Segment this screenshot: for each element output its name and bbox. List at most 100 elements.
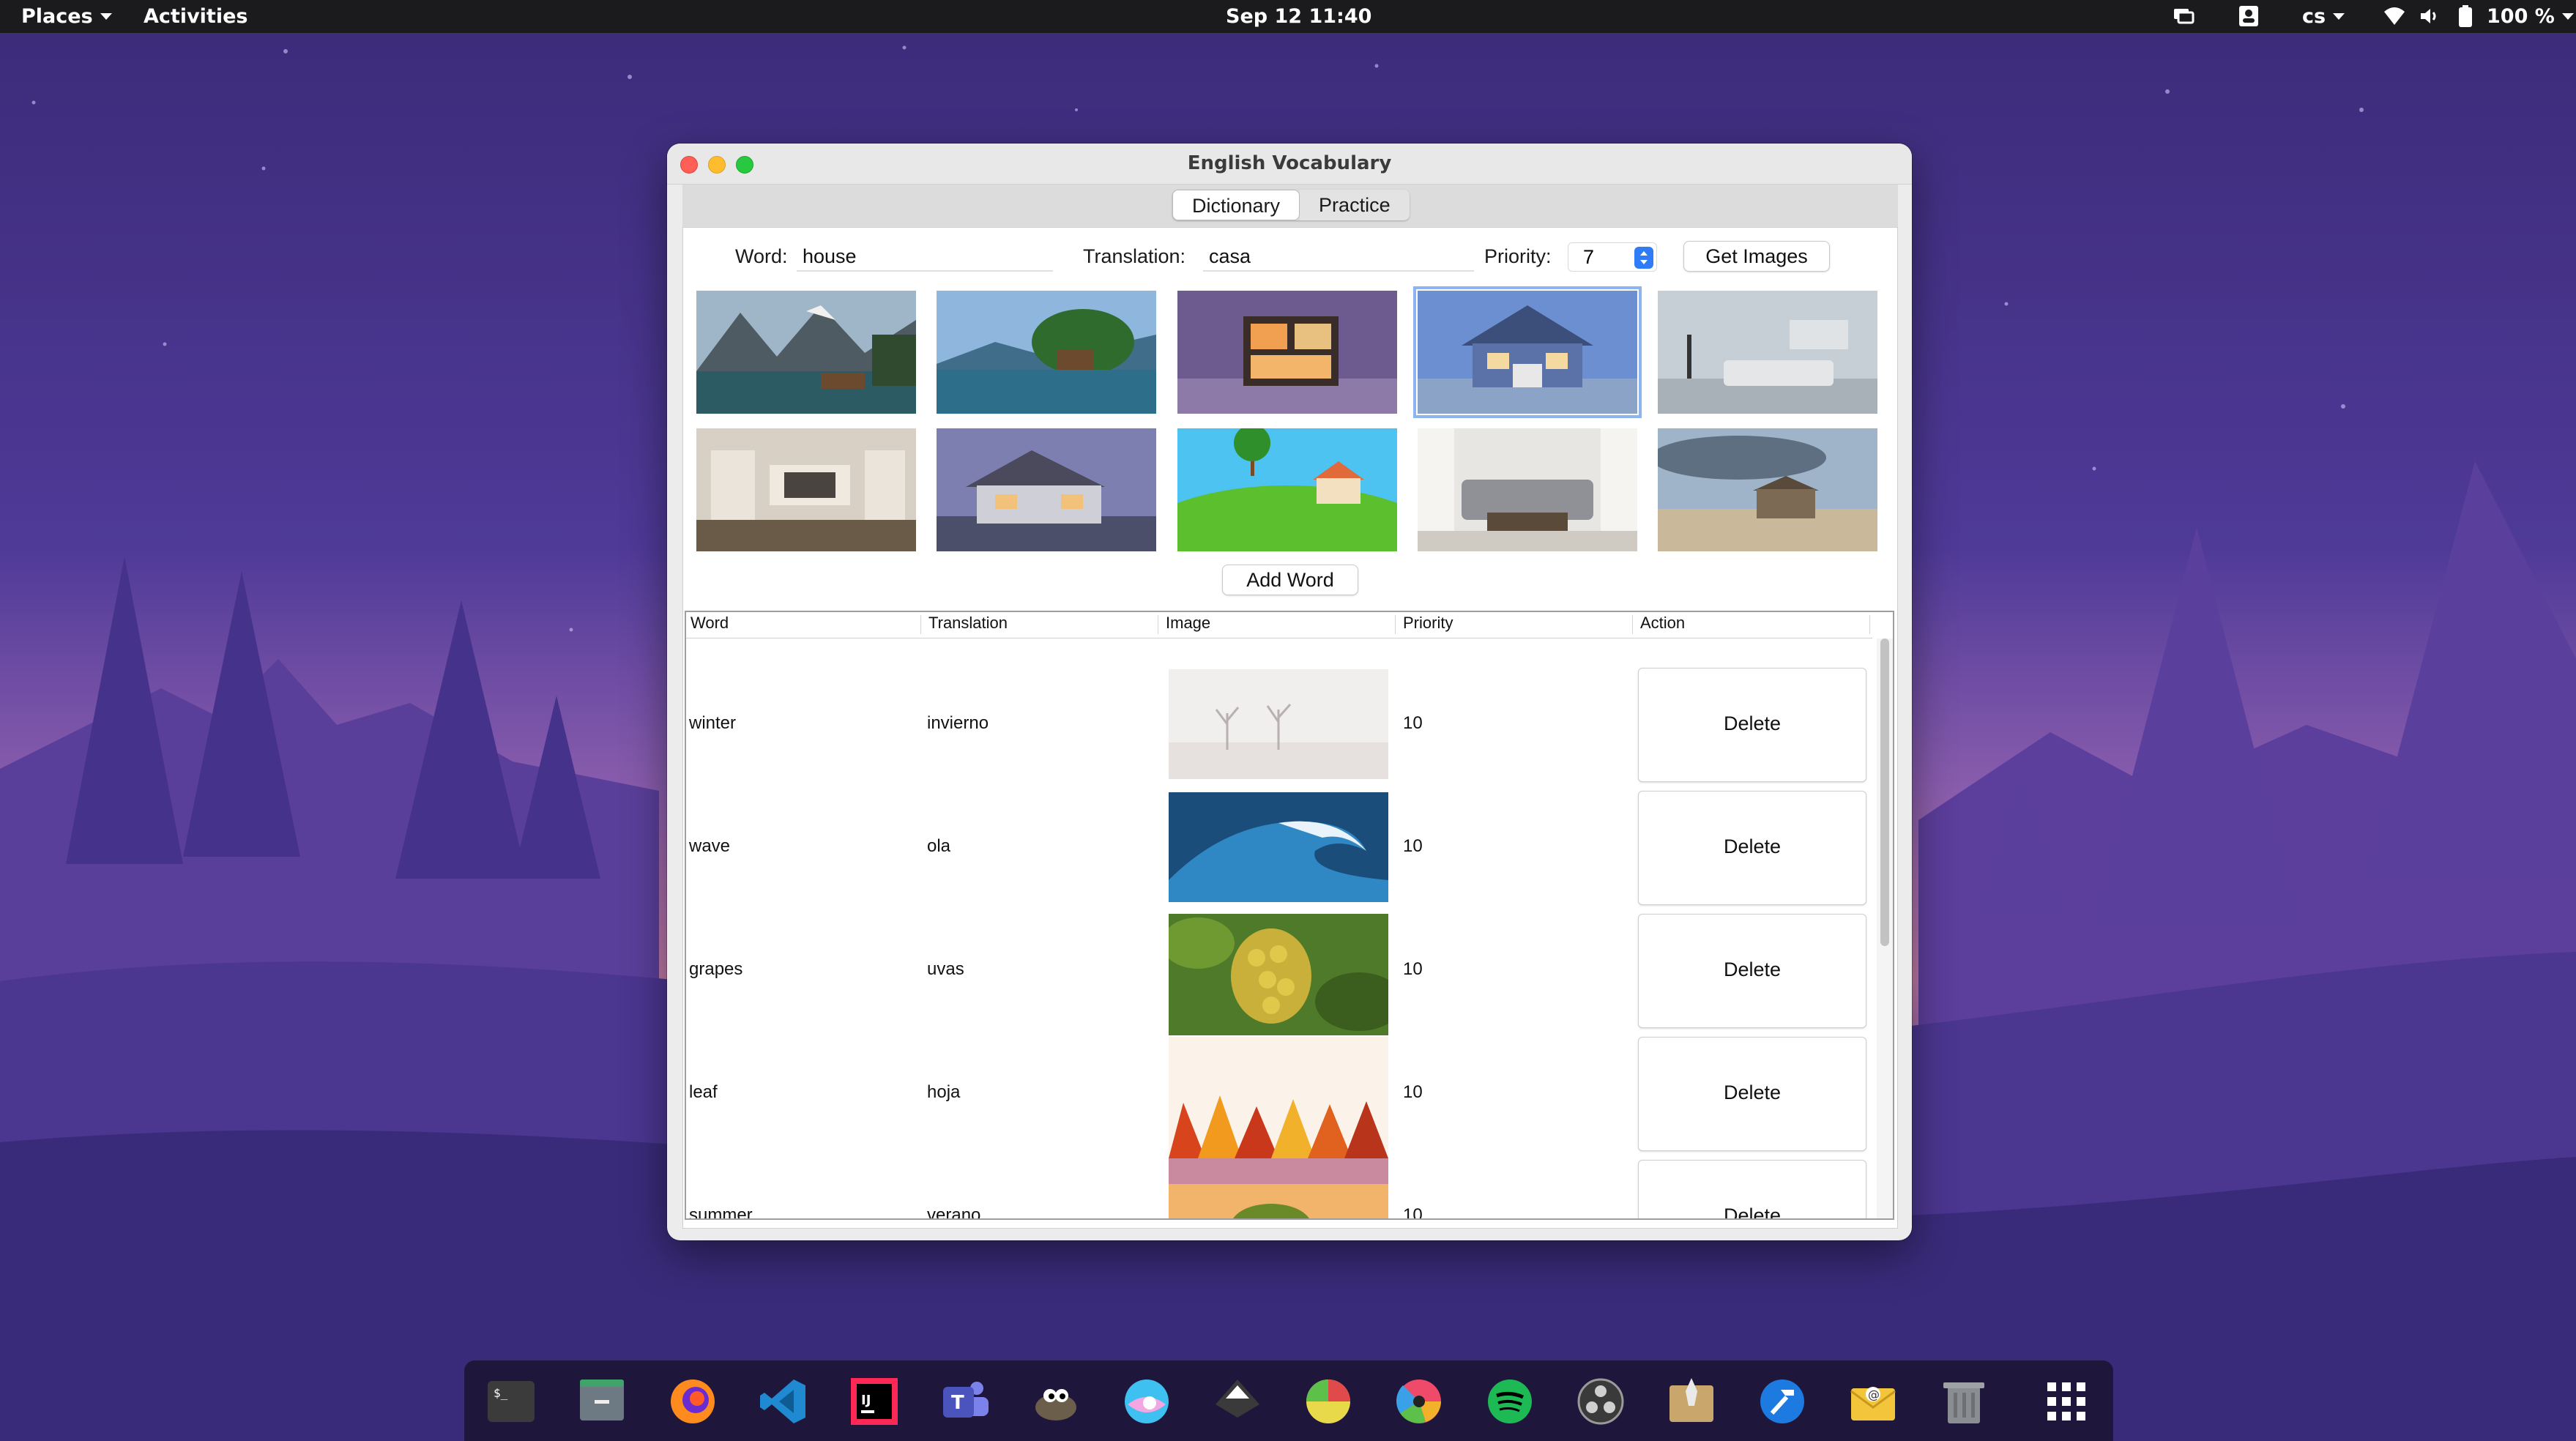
trash-icon[interactable]	[1937, 1375, 1990, 1428]
places-label: Places	[21, 4, 93, 28]
tab-group: Dictionary Practice	[1172, 190, 1410, 220]
column-header-translation[interactable]: Translation	[928, 614, 1008, 633]
tab-dictionary[interactable]: Dictionary	[1172, 190, 1300, 220]
translation-cell: ola	[927, 836, 951, 856]
input-language-menu[interactable]: cs	[2302, 4, 2345, 29]
user-contact-icon[interactable]	[2238, 4, 2260, 28]
obs-icon[interactable]	[1574, 1375, 1627, 1428]
column-separator[interactable]	[1632, 615, 1633, 634]
clock[interactable]: Sep 12 11:40	[1226, 4, 1371, 29]
chevron-down-icon	[2333, 12, 2345, 20]
input-language-label: cs	[2302, 4, 2326, 28]
activities-label: Activities	[144, 4, 248, 28]
battery-status[interactable]: 100 %	[2487, 4, 2574, 29]
priority-cell: 10	[1403, 1205, 1423, 1220]
table-row[interactable]: grapes uvas 10 Delete	[686, 886, 1872, 1035]
word-cell: wave	[689, 836, 731, 856]
column-separator[interactable]	[1869, 615, 1870, 634]
intellij-icon[interactable]: IJ	[848, 1375, 901, 1428]
lake-boathouse-image[interactable]	[937, 291, 1156, 414]
translation-cell: uvas	[927, 959, 964, 979]
window-titlebar[interactable]: English Vocabulary	[667, 144, 1912, 185]
window-title: English Vocabulary	[1187, 152, 1392, 174]
priority-stepper[interactable]: 7	[1568, 242, 1657, 272]
priority-label: Priority:	[1484, 245, 1552, 267]
word-cell: leaf	[689, 1082, 718, 1102]
column-header-word[interactable]: Word	[690, 614, 729, 633]
datetime-label: Sep 12 11:40	[1226, 4, 1372, 28]
translation-cell: hoja	[927, 1082, 961, 1102]
priority-cell: 10	[1403, 713, 1423, 733]
column-separator[interactable]	[920, 615, 921, 634]
app-grid-icon[interactable]	[2040, 1375, 2093, 1428]
word-cell: winter	[689, 713, 737, 733]
svg-text:$_: $_	[494, 1386, 508, 1400]
chevron-down-icon	[2561, 12, 2574, 20]
priority-cell: 10	[1403, 959, 1423, 979]
top-panel: Places Activities Sep 12 11:40 cs 100 %	[0, 0, 2576, 33]
xcode-hammer-icon[interactable]	[1756, 1375, 1809, 1428]
wifi-icon[interactable]	[2383, 4, 2406, 28]
word-cell: grapes	[689, 959, 743, 979]
inkscape-icon[interactable]	[1211, 1375, 1264, 1428]
firefox-icon[interactable]	[666, 1375, 719, 1428]
column-header-image[interactable]: Image	[1166, 614, 1210, 633]
activities-button[interactable]: Activities	[144, 4, 247, 29]
terminal-icon[interactable]: $_	[485, 1375, 537, 1428]
table-row[interactable]: summer verano 10 Delete	[686, 1132, 1872, 1220]
cartoon-house-hill-image[interactable]	[1177, 428, 1397, 551]
translation-input[interactable]: casa	[1203, 242, 1474, 272]
stepper-arrows-icon[interactable]	[1634, 247, 1653, 269]
priority-cell: 10	[1403, 836, 1423, 856]
screens-icon[interactable]	[2172, 4, 2195, 28]
priority-cell: 10	[1403, 1082, 1423, 1102]
color-picker-icon[interactable]	[1120, 1375, 1173, 1428]
table-row[interactable]: wave ola 10 Delete	[686, 763, 1872, 905]
summer-sunset-image	[1169, 1158, 1388, 1218]
pie-app-icon[interactable]	[1302, 1375, 1355, 1428]
translation-cell: invierno	[927, 713, 989, 733]
gimp-icon[interactable]	[1030, 1375, 1082, 1428]
teams-icon[interactable]: T	[939, 1375, 991, 1428]
svg-text:IJ: IJ	[861, 1393, 871, 1408]
priority-value: 7	[1583, 246, 1595, 268]
add-word-button[interactable]: Add Word	[1222, 565, 1358, 595]
translation-cell: verano	[927, 1205, 981, 1220]
table-row[interactable]: leaf hoja 10 Delete	[686, 1009, 1872, 1158]
vscode-icon[interactable]	[757, 1375, 810, 1428]
column-header-action[interactable]: Action	[1640, 614, 1685, 633]
translation-label: Translation:	[1083, 245, 1186, 267]
app-installer-icon[interactable]	[1665, 1375, 1718, 1428]
spotify-icon[interactable]	[1484, 1375, 1536, 1428]
grey-sofa-room-image[interactable]	[1418, 428, 1637, 551]
tab-practice[interactable]: Practice	[1300, 190, 1410, 220]
column-header-priority[interactable]: Priority	[1403, 614, 1453, 633]
scrollbar-thumb[interactable]	[1880, 638, 1889, 946]
blue-family-house-image[interactable]	[1413, 286, 1642, 418]
battery-icon[interactable]	[2457, 4, 2473, 28]
living-room-image[interactable]	[1658, 291, 1877, 414]
modern-house-night-image[interactable]	[1177, 291, 1397, 414]
word-label: Word:	[735, 245, 788, 267]
table-row[interactable]: winter invierno 10 Delete	[686, 640, 1872, 782]
get-images-button[interactable]: Get Images	[1683, 241, 1830, 272]
delete-button[interactable]: Delete	[1638, 1160, 1866, 1218]
places-menu[interactable]: Places	[21, 4, 112, 29]
desert-wooden-house-image[interactable]	[1658, 428, 1877, 551]
vocabulary-table: Word Translation Image Priority Action w…	[685, 611, 1894, 1220]
suburban-house-dusk-image[interactable]	[937, 428, 1156, 551]
table-scrollbar[interactable]	[1877, 638, 1893, 1218]
files-icon[interactable]	[576, 1375, 628, 1428]
aperture-icon[interactable]	[1393, 1375, 1445, 1428]
mountain-lake-cabin-image[interactable]	[696, 291, 916, 414]
svg-text:@: @	[1868, 1388, 1880, 1401]
volume-icon[interactable]	[2418, 4, 2441, 28]
word-cell: summer	[689, 1205, 753, 1220]
chevron-down-icon	[100, 12, 112, 20]
battery-percent-label: 100 %	[2487, 4, 2555, 28]
mail-icon[interactable]: @	[1847, 1375, 1899, 1428]
column-separator[interactable]	[1395, 615, 1396, 634]
word-input[interactable]: house	[797, 242, 1053, 272]
interior-tv-room-image[interactable]	[696, 428, 916, 551]
svg-text:T: T	[951, 1392, 964, 1414]
